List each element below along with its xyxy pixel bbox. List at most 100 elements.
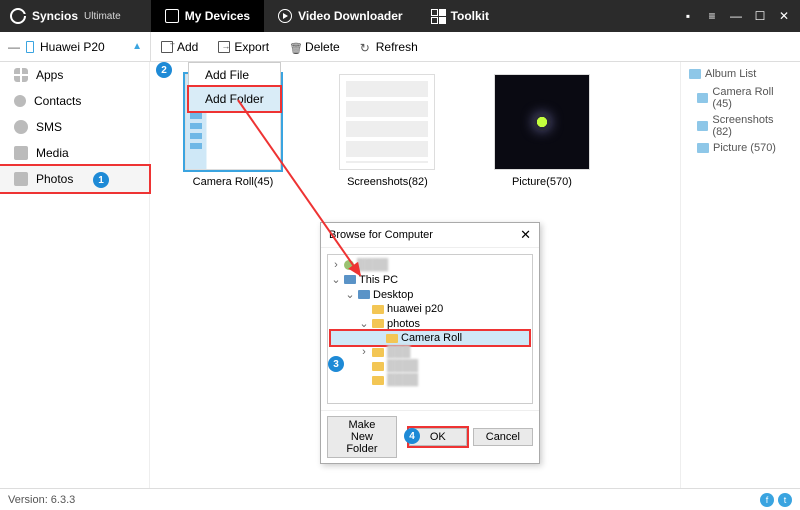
add-folder-item[interactable]: Add Folder: [189, 87, 280, 111]
browse-dialog: Browse for Computer ✕ ›████ ⌄This PC ⌄De…: [320, 222, 540, 464]
eject-icon[interactable]: ▲: [132, 41, 142, 52]
refresh-button[interactable]: Refresh: [350, 32, 428, 61]
device-name: Huawei P20: [40, 40, 105, 54]
media-icon: [14, 146, 28, 160]
folder-icon: [372, 348, 384, 357]
callout-badge-1: 1: [93, 172, 109, 188]
album-list-label: Camera Roll (45): [712, 86, 792, 110]
sidebar-item-sms[interactable]: SMS: [0, 114, 149, 140]
app-header: Syncios Ultimate My Devices Video Downlo…: [0, 0, 800, 32]
sidebar-item-label: Photos: [36, 172, 73, 186]
social-links: f t: [760, 493, 792, 507]
tree-row[interactable]: ›███: [331, 345, 529, 359]
album-label: Camera Roll(45): [193, 176, 274, 188]
add-dropdown: Add File Add Folder: [188, 62, 281, 112]
export-button[interactable]: Export: [208, 32, 279, 61]
pc-icon: [344, 275, 356, 284]
album-thumb: [494, 74, 590, 170]
cancel-button[interactable]: Cancel: [473, 428, 533, 446]
tree-row[interactable]: ›████: [331, 258, 529, 272]
tree-row-this-pc[interactable]: ⌄This PC: [331, 272, 529, 287]
folder-icon: [372, 305, 384, 314]
phone-icon: [165, 9, 179, 23]
tree-label: photos: [387, 318, 420, 330]
album-label: Picture(570): [512, 176, 572, 188]
twitter-icon[interactable]: t: [778, 493, 792, 507]
sidebar-item-label: SMS: [36, 120, 62, 134]
album-list-item[interactable]: Screenshots (82): [689, 112, 792, 140]
grid-icon: [431, 9, 445, 23]
tree-label: This PC: [359, 274, 398, 286]
add-button[interactable]: Add: [151, 32, 208, 61]
callout-badge-4: 4: [404, 428, 420, 444]
maximize-button[interactable]: ☐: [754, 10, 766, 22]
minimize-button[interactable]: —: [730, 10, 742, 22]
tree-row[interactable]: ████: [331, 373, 529, 387]
album-list-icon: [689, 69, 701, 79]
folder-tree[interactable]: ›████ ⌄This PC ⌄Desktop huawei p20 ⌄phot…: [327, 254, 533, 404]
nav-label: My Devices: [185, 9, 250, 23]
album-screenshots[interactable]: Screenshots(82): [322, 74, 452, 188]
sidebar-item-label: Apps: [36, 68, 63, 82]
dialog-body: ›████ ⌄This PC ⌄Desktop huawei p20 ⌄phot…: [321, 248, 539, 410]
add-label: Add: [177, 40, 198, 54]
sidebar-item-media[interactable]: Media: [0, 140, 149, 166]
dialog-buttons: Make New Folder OK Cancel: [321, 410, 539, 463]
trash-icon: [289, 41, 301, 53]
device-bar: — Huawei P20 ▲ Add Export Delete Refresh: [0, 32, 800, 62]
sidebar-item-label: Contacts: [34, 94, 81, 108]
syncios-logo-icon: [10, 8, 26, 24]
export-label: Export: [234, 40, 269, 54]
dialog-close-button[interactable]: ✕: [520, 227, 531, 243]
status-bar: Version: 6.3.3 f t: [0, 488, 800, 510]
folder-icon: [372, 319, 384, 328]
tree-row[interactable]: ████: [331, 359, 529, 373]
sidebar-item-apps[interactable]: Apps: [0, 62, 149, 88]
sidebar-item-contacts[interactable]: Contacts: [0, 88, 149, 114]
menu-icon[interactable]: ≡: [706, 10, 718, 22]
facebook-icon[interactable]: f: [760, 493, 774, 507]
window-controls: ▪ ≡ — ☐ ✕: [682, 10, 800, 22]
album-list-label: Picture (570): [713, 142, 776, 154]
folder-icon: [697, 143, 709, 153]
feedback-icon[interactable]: ▪: [682, 10, 694, 22]
tree-row-camera-roll[interactable]: Camera Roll: [331, 331, 529, 345]
sidebar-item-photos[interactable]: Photos: [0, 166, 149, 192]
photos-icon: [14, 172, 28, 186]
apps-icon: [14, 68, 28, 82]
album-list-label: Screenshots (82): [712, 114, 792, 138]
dialog-titlebar: Browse for Computer ✕: [321, 223, 539, 248]
nav-toolkit[interactable]: Toolkit: [417, 0, 503, 32]
add-file-item[interactable]: Add File: [189, 63, 280, 87]
album-list-item[interactable]: Camera Roll (45): [689, 84, 792, 112]
sidebar: Apps Contacts SMS Media Photos: [0, 62, 150, 488]
nav-label: Toolkit: [451, 9, 489, 23]
tree-row-photos[interactable]: ⌄photos: [331, 316, 529, 331]
album-picture[interactable]: Picture(570): [477, 74, 607, 188]
user-icon: [344, 260, 354, 270]
add-icon: [161, 41, 173, 53]
make-new-folder-button[interactable]: Make New Folder: [327, 416, 397, 458]
app-name: Syncios: [32, 9, 78, 23]
close-button[interactable]: ✕: [778, 10, 790, 22]
nav-video-downloader[interactable]: Video Downloader: [264, 0, 416, 32]
delete-button[interactable]: Delete: [279, 32, 350, 61]
folder-icon: [697, 93, 708, 103]
folder-icon: [372, 362, 384, 371]
nav-label: Video Downloader: [298, 9, 402, 23]
tree-row-desktop[interactable]: ⌄Desktop: [331, 287, 529, 302]
device-selector[interactable]: — Huawei P20 ▲: [0, 40, 150, 54]
tree-label: Camera Roll: [401, 332, 462, 344]
album-list-item[interactable]: Picture (570): [689, 140, 792, 156]
desktop-icon: [358, 290, 370, 299]
tree-label: Desktop: [373, 289, 413, 301]
album-list-title: Album List: [689, 68, 792, 80]
device-phone-icon: [26, 41, 34, 53]
album-list-title-text: Album List: [705, 68, 756, 80]
sms-icon: [14, 120, 28, 134]
tree-row[interactable]: huawei p20: [331, 302, 529, 316]
contacts-icon: [14, 95, 26, 107]
nav-my-devices[interactable]: My Devices: [151, 0, 264, 32]
refresh-icon: [360, 41, 372, 53]
sidebar-item-label: Media: [36, 146, 69, 160]
